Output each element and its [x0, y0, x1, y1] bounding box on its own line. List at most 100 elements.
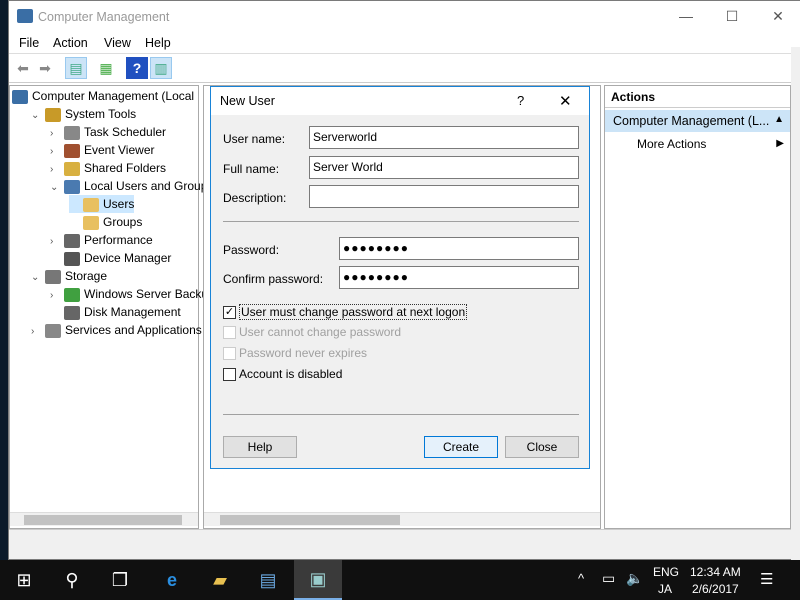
dialog-title-bar: New User ? ✕	[211, 87, 589, 115]
tree-item-label: Computer Management (Local	[32, 89, 195, 103]
status-bar	[9, 529, 791, 559]
menu-view[interactable]: View	[104, 36, 131, 50]
tree-item[interactable]: Disk Management	[50, 303, 181, 321]
server-manager-icon[interactable]: ▤	[244, 560, 292, 600]
help-button[interactable]: Help	[223, 436, 297, 458]
close-dialog-button[interactable]: Close	[505, 436, 579, 458]
show-hide-action-pane-icon[interactable]: ▥	[150, 57, 172, 79]
close-button[interactable]: ✕	[755, 1, 800, 32]
collapse-arrow-icon[interactable]: ▲	[774, 114, 784, 125]
tree-item-label: Windows Server Backup	[84, 287, 215, 301]
action-center-icon[interactable]: ☰	[760, 570, 773, 588]
more-actions-item[interactable]: More Actions ▶	[605, 134, 790, 154]
tree-item[interactable]: › Performance	[50, 231, 153, 249]
tree-node-icon	[12, 89, 28, 104]
computer-management-taskbar-icon[interactable]: ▣	[294, 560, 342, 600]
tree-item-label: System Tools	[65, 107, 137, 121]
dialog-close-button[interactable]: ✕	[559, 92, 572, 110]
actions-pane: Actions Computer Management (L... ▲ More…	[604, 85, 791, 529]
speaker-muted-icon[interactable]: 🔈	[626, 570, 643, 587]
tree-node-icon	[64, 125, 80, 140]
clock-time[interactable]: 12:34 AM	[690, 565, 741, 579]
tree-node-icon	[64, 233, 80, 248]
must-change-password-checkbox[interactable]: ✓ User must change password at next logon	[223, 304, 468, 320]
export-list-icon[interactable]: ▦	[95, 57, 117, 79]
tree-item[interactable]: Groups	[69, 213, 142, 231]
tree-item[interactable]: › Services and Applications	[31, 321, 202, 339]
tree-item[interactable]: ⌄ System Tools	[31, 105, 136, 123]
results-horizontal-scrollbar[interactable]	[204, 512, 600, 526]
tree-item-label: Task Scheduler	[84, 125, 167, 139]
password-input[interactable]: ●●●●●●●●	[339, 237, 579, 260]
expand-chevron-icon[interactable]: ⌄	[31, 107, 45, 125]
dialog-help-button[interactable]: ?	[517, 93, 524, 108]
tree-horizontal-scrollbar[interactable]	[10, 512, 198, 526]
collapse-chevron-icon[interactable]: ›	[31, 323, 45, 341]
menu-help[interactable]: Help	[145, 36, 171, 50]
expand-chevron-icon[interactable]: ⌄	[50, 179, 64, 197]
checkbox-label: Account is disabled	[239, 367, 343, 381]
minimize-button[interactable]: —	[663, 1, 709, 32]
menu-bar: File Action View Help	[9, 32, 800, 54]
tree-item[interactable]: › Task Scheduler	[50, 123, 166, 141]
tree-item[interactable]: Users	[69, 195, 135, 213]
task-view-icon[interactable]: ❐	[96, 560, 144, 600]
vertical-scrollbar[interactable]	[791, 47, 800, 561]
tree-node-icon	[45, 269, 61, 284]
file-explorer-icon[interactable]: ▰	[196, 560, 244, 600]
checkbox-label: Password never expires	[239, 346, 368, 360]
maximize-button[interactable]: ☐	[709, 1, 755, 32]
full-name-input[interactable]: Server World	[309, 156, 579, 179]
network-warning-icon[interactable]: ▭	[602, 570, 615, 587]
checkbox-label: User cannot change password	[239, 325, 402, 339]
tree-node-icon	[83, 215, 99, 230]
start-windows-icon[interactable]: ⊞	[0, 560, 48, 600]
tree-item[interactable]: Computer Management (Local	[12, 87, 194, 105]
actions-section-computer-management[interactable]: Computer Management (L... ▲	[605, 110, 790, 132]
tree-item-label: Local Users and Groups	[84, 179, 214, 193]
full-name-label: Full name:	[223, 162, 280, 176]
tree-item[interactable]: › Event Viewer	[50, 141, 154, 159]
confirm-password-label: Confirm password:	[223, 272, 324, 286]
cannot-change-password-checkbox[interactable]: User cannot change password	[223, 325, 401, 339]
console-tree: Computer Management (Local ⌄ System Tools ›…	[9, 85, 215, 529]
tree-item[interactable]: › Windows Server Backup	[50, 285, 215, 303]
language-top[interactable]: ENG	[653, 565, 679, 579]
password-label: Password:	[223, 243, 280, 257]
clock-date[interactable]: 2/6/2017	[692, 582, 739, 596]
create-button[interactable]: Create	[424, 436, 498, 458]
language-bottom[interactable]: JA	[658, 582, 672, 596]
tree-node-icon	[45, 107, 61, 122]
tree-item-label: Performance	[84, 233, 153, 247]
description-input[interactable]	[309, 185, 579, 208]
tree-item-label: Shared Folders	[84, 161, 167, 175]
show-hidden-icons-chevron-icon[interactable]: ^	[578, 571, 584, 586]
taskbar: ⊞ ⚲ ❐ e ▰ ▤ ▣ ^ ▭ 🔈 ENG JA 12:34 AM 2/6/…	[0, 560, 800, 600]
tree-item[interactable]: ⌄ Storage	[31, 267, 107, 285]
expand-chevron-icon[interactable]: ⌄	[31, 269, 45, 287]
tree-node-icon	[64, 287, 80, 302]
tree-item-label: Storage	[65, 269, 108, 283]
password-never-expires-checkbox[interactable]: Password never expires	[223, 346, 367, 360]
menu-file[interactable]: File	[19, 36, 39, 50]
tree-item-label: Services and Applications	[65, 323, 202, 337]
forward-arrow-icon[interactable]: ➡	[34, 57, 56, 79]
tree-item-label: Event Viewer	[84, 143, 155, 157]
tree-item[interactable]: Device Manager	[50, 249, 171, 267]
back-arrow-icon[interactable]: ⬅	[12, 57, 34, 79]
account-disabled-checkbox[interactable]: Account is disabled	[223, 367, 342, 381]
search-icon[interactable]: ⚲	[48, 560, 96, 600]
show-hide-console-tree-icon[interactable]: ▤	[65, 57, 87, 79]
tree-item[interactable]: › Shared Folders	[50, 159, 166, 177]
menu-action[interactable]: Action	[53, 36, 88, 50]
tree-item-label: Device Manager	[84, 251, 172, 265]
title-bar: Computer Management — ☐ ✕	[9, 1, 800, 32]
confirm-password-input[interactable]: ●●●●●●●●	[339, 266, 579, 289]
tree-item[interactable]: ⌄ Local Users and Groups	[50, 177, 213, 195]
new-user-dialog: New User ? ✕ User name: Serverworld Full…	[210, 86, 590, 469]
window-title: Computer Management	[38, 10, 170, 24]
tree-node-icon	[64, 179, 80, 194]
user-name-input[interactable]: Serverworld	[309, 126, 579, 149]
internet-explorer-icon[interactable]: e	[148, 560, 196, 600]
help-icon[interactable]: ?	[126, 57, 148, 79]
